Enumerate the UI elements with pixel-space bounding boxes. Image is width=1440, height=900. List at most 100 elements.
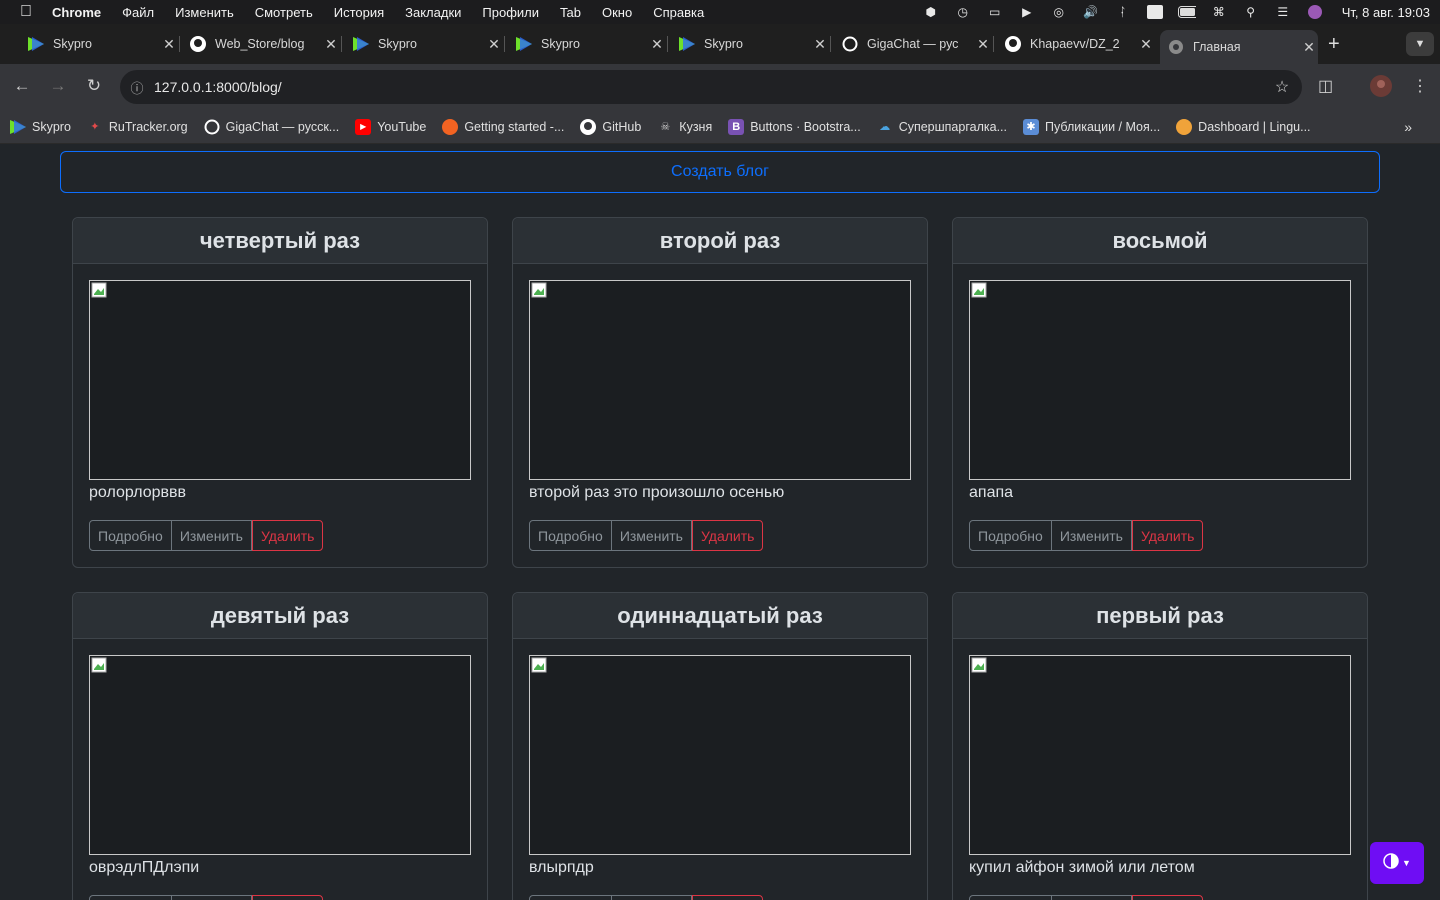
tab-skypro-3[interactable]: Skypro ✕: [508, 30, 668, 58]
close-tab-icon[interactable]: ✕: [811, 36, 829, 53]
volume-icon[interactable]: 🔊: [1082, 5, 1100, 19]
airdrop-icon[interactable]: ◎: [1050, 5, 1068, 19]
details-button[interactable]: Подробно: [89, 895, 172, 900]
tab-web-store-blog[interactable]: Web_Store/blog ✕: [182, 30, 342, 58]
tab-title: Skypro: [53, 37, 92, 51]
card-actions: Подробно Изменить Удалить: [89, 520, 324, 551]
details-button[interactable]: Подробно: [89, 520, 172, 551]
edit-button[interactable]: Изменить: [611, 895, 692, 900]
delete-button[interactable]: Удалить: [691, 895, 764, 900]
close-tab-icon[interactable]: ✕: [485, 36, 503, 53]
delete-button[interactable]: Удалить: [1131, 520, 1204, 551]
address-url[interactable]: 127.0.0.1:8000/blog/: [154, 79, 1262, 95]
card-image-broken: [89, 280, 471, 480]
create-blog-button[interactable]: Создать блог: [60, 151, 1380, 193]
address-bar[interactable]: ⓘ 127.0.0.1:8000/blog/ ☆: [120, 70, 1302, 104]
tab-khapaevv-dz[interactable]: Khapaevv/DZ_2 ✕: [997, 30, 1155, 58]
battery-icon[interactable]: [1177, 5, 1196, 19]
details-button[interactable]: Подробно: [529, 520, 612, 551]
broken-image-icon: [971, 282, 987, 298]
bookmark-gigachat[interactable]: GigaChat — русск...: [204, 119, 339, 135]
menu-bookmarks[interactable]: Закладки: [405, 5, 461, 20]
tab-skypro-2[interactable]: Skypro ✕: [345, 30, 505, 58]
edit-button[interactable]: Изменить: [171, 520, 252, 551]
apple-icon[interactable]: : [0, 3, 52, 21]
youtube-icon: ▶: [355, 118, 372, 135]
card-title: второй раз: [513, 218, 927, 264]
delete-button[interactable]: Удалить: [251, 520, 324, 551]
bookmark-star-icon[interactable]: ☆: [1262, 77, 1302, 97]
close-tab-icon[interactable]: ✕: [322, 36, 340, 53]
close-tab-icon[interactable]: ✕: [160, 36, 178, 53]
reload-icon[interactable]: ↻: [82, 76, 106, 96]
menu-help[interactable]: Справка: [653, 5, 704, 20]
forward-arrow-icon[interactable]: →: [46, 76, 70, 96]
tab-main-active[interactable]: Главная ✕: [1160, 30, 1318, 64]
tab-gigachat[interactable]: GigaChat — рус ✕: [834, 30, 994, 58]
new-tab-icon[interactable]: +: [1328, 33, 1340, 56]
bookmark-kuznya[interactable]: ☠ Кузня: [657, 119, 712, 135]
control-center-icon[interactable]: ☰: [1274, 5, 1292, 19]
menu-edit[interactable]: Изменить: [175, 5, 234, 20]
menu-profiles[interactable]: Профили: [482, 5, 539, 20]
delete-button[interactable]: Удалить: [251, 895, 324, 900]
profile-avatar[interactable]: [1370, 75, 1392, 102]
bookmark-github[interactable]: GitHub: [580, 118, 641, 135]
bookmark-lingualeo[interactable]: Dashboard | Lingu...: [1176, 118, 1311, 135]
tab-search-chevron-icon[interactable]: ▼: [1406, 32, 1434, 56]
extensions-puzzle-icon[interactable]: ◫: [1318, 76, 1333, 96]
close-tab-icon[interactable]: ✕: [1137, 36, 1155, 53]
theme-toggle-button[interactable]: ▼: [1370, 842, 1424, 884]
details-button[interactable]: Подробно: [969, 895, 1052, 900]
bookmark-label: Getting started -...: [464, 119, 565, 134]
search-icon[interactable]: ⚲: [1242, 5, 1260, 19]
bookmark-youtube[interactable]: ▶ YouTube: [355, 118, 426, 135]
keyboard-layout-icon[interactable]: [1146, 5, 1164, 19]
site-info-icon[interactable]: ⓘ: [120, 78, 154, 97]
close-tab-icon[interactable]: ✕: [1300, 39, 1318, 56]
menu-file[interactable]: Файл: [122, 5, 154, 20]
getting-started-icon: [442, 118, 459, 135]
edit-button[interactable]: Изменить: [1051, 895, 1132, 900]
play-icon[interactable]: ▶: [1018, 5, 1036, 19]
wifi-icon[interactable]: ⌘: [1210, 5, 1228, 19]
bookmark-skypro[interactable]: Skypro: [10, 119, 71, 135]
bookmark-getting-started[interactable]: Getting started -...: [442, 118, 565, 135]
publications-icon: ✱: [1022, 118, 1039, 135]
details-button[interactable]: Подробно: [529, 895, 612, 900]
delete-button[interactable]: Удалить: [691, 520, 764, 551]
menu-history[interactable]: История: [334, 5, 384, 20]
details-button[interactable]: Подробно: [969, 520, 1052, 551]
close-tab-icon[interactable]: ✕: [648, 36, 666, 53]
kebab-menu-icon[interactable]: ⋮: [1412, 76, 1428, 96]
card-title: восьмой: [953, 218, 1367, 264]
bookmark-bootstrap[interactable]: B Buttons · Bootstra...: [728, 118, 861, 135]
tab-skypro-4[interactable]: Skypro ✕: [671, 30, 831, 58]
menu-window[interactable]: Окно: [602, 5, 632, 20]
delete-button[interactable]: Удалить: [1131, 895, 1204, 900]
edit-button[interactable]: Изменить: [611, 520, 692, 551]
screen-mirroring-icon[interactable]: ▭: [986, 5, 1004, 19]
shield-app-icon[interactable]: ⬢: [922, 5, 940, 19]
globe-icon: [1168, 39, 1184, 55]
back-arrow-icon[interactable]: ←: [10, 76, 34, 96]
time-machine-icon[interactable]: ◷: [954, 5, 972, 19]
bluetooth-icon[interactable]: ᛛ: [1114, 5, 1132, 19]
menu-clock[interactable]: Чт, 8 авг. 19:03: [1342, 5, 1430, 20]
bookmark-rutracker[interactable]: ✦ RuTracker.org: [87, 119, 187, 135]
menu-view[interactable]: Смотреть: [255, 5, 313, 20]
tab-skypro-1[interactable]: Skypro ✕: [20, 30, 180, 58]
edit-button[interactable]: Изменить: [1051, 520, 1132, 551]
siri-icon[interactable]: [1306, 5, 1324, 19]
bookmark-publications[interactable]: ✱ Публикации / Моя...: [1022, 118, 1160, 135]
menu-tab[interactable]: Tab: [560, 5, 581, 20]
edit-button[interactable]: Изменить: [171, 895, 252, 900]
bookmark-cheatsheet[interactable]: ☁ Супершпаргалка...: [877, 119, 1007, 135]
blog-card: восьмой апапа Подробно Изменить Удалить: [952, 217, 1368, 568]
cheatsheet-icon: ☁: [879, 121, 891, 133]
menu-app-name[interactable]: Chrome: [52, 5, 101, 20]
close-tab-icon[interactable]: ✕: [974, 36, 992, 53]
card-actions: Подробно Изменить Удалить: [529, 520, 764, 551]
more-bookmarks-chevron-icon[interactable]: »: [1404, 119, 1412, 135]
macos-menu-bar:  Chrome Файл Изменить Смотреть История …: [0, 0, 1440, 24]
